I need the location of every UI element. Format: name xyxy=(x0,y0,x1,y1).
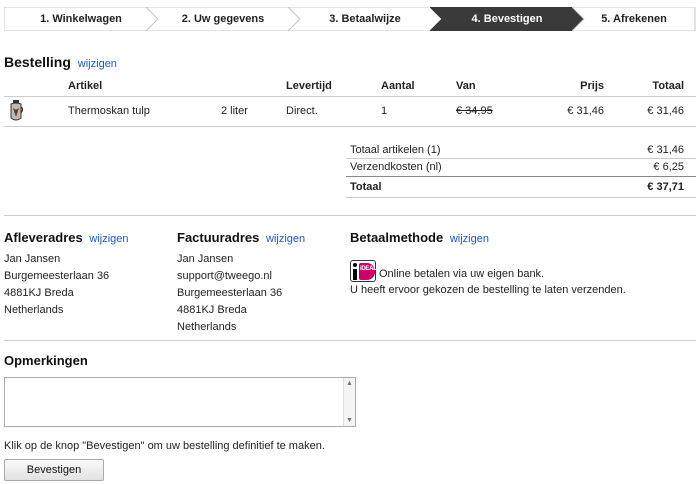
step-betaalwijze[interactable]: 3. Betaalwijze xyxy=(288,7,442,31)
scroll-down-icon[interactable]: ▼ xyxy=(346,417,353,424)
col-prijs: Prijs xyxy=(580,80,604,92)
ideal-logo-text: iDEAL xyxy=(360,266,377,272)
delivery-line: Burgemeesterlaan 36 xyxy=(4,270,110,282)
step-afrekenen[interactable]: 5. Afrekenen xyxy=(572,7,696,31)
item-name: Thermoskan tulp xyxy=(68,105,150,117)
payment-line-1: Online betalen via uw eigen bank. xyxy=(379,268,545,280)
step-winkelwagen[interactable]: 1. Winkelwagen xyxy=(4,7,158,31)
section-divider xyxy=(4,215,696,216)
section-divider xyxy=(4,340,696,341)
ideal-logo-icon: iDEAL xyxy=(350,260,377,282)
delivery-edit-link[interactable]: wijzigen xyxy=(89,233,128,245)
invoice-line: Burgemeesterlaan 36 xyxy=(177,287,283,299)
payment-edit-link[interactable]: wijzigen xyxy=(450,233,489,245)
summary-total-value: € 37,71 xyxy=(647,181,684,193)
summary-items-label: Totaal artikelen (1) xyxy=(350,144,441,156)
remarks-title: Opmerkingen xyxy=(4,353,88,368)
confirm-button[interactable]: Bevestigen xyxy=(4,459,104,481)
summary-divider xyxy=(346,158,696,159)
step-label: 1. Winkelwagen xyxy=(40,13,122,25)
step-label: 2. Uw gegevens xyxy=(181,13,265,25)
delivery-address: Jan Jansen Burgemeesterlaan 36 4881KJ Br… xyxy=(4,251,109,319)
payment-title-text: Betaalmethode xyxy=(350,230,444,245)
order-title-text: Bestelling xyxy=(4,54,71,70)
delivery-line: Jan Jansen xyxy=(4,253,61,265)
step-label: 4. Bevestigen xyxy=(471,13,543,25)
invoice-edit-link[interactable]: wijzigen xyxy=(266,233,305,245)
thermos-product-icon[interactable] xyxy=(8,99,24,126)
order-title: Bestelling wijzigen xyxy=(4,54,117,70)
payment-title: Betaalmethode wijzigen xyxy=(350,230,489,245)
summary-shipping-value: € 6,25 xyxy=(653,161,684,173)
item-price: € 31,46 xyxy=(567,105,604,117)
col-levertijd: Levertijd xyxy=(286,80,332,92)
summary-items-value: € 31,46 xyxy=(647,144,684,156)
table-header-divider xyxy=(4,96,696,97)
summary-total-divider xyxy=(346,176,696,177)
remarks-textarea[interactable] xyxy=(5,378,355,426)
invoice-title: Factuuradres wijzigen xyxy=(177,230,305,245)
remarks-scrollbar[interactable]: ▲ ▼ xyxy=(343,378,355,426)
delivery-line: Netherlands xyxy=(4,304,64,316)
invoice-line: 4881KJ Breda xyxy=(177,304,247,316)
delivery-title: Afleveradres wijzigen xyxy=(4,230,129,245)
col-totaal: Totaal xyxy=(652,80,684,92)
summary-bottom-divider xyxy=(346,197,696,198)
step-label: 5. Afrekenen xyxy=(601,13,667,25)
summary-total-label: Totaal xyxy=(350,181,382,193)
col-van: Van xyxy=(456,80,476,92)
item-total: € 31,46 xyxy=(647,105,684,117)
item-old-price: € 34,95 xyxy=(456,105,493,117)
remarks-box: ▲ ▼ xyxy=(4,377,356,427)
item-row-divider xyxy=(4,126,696,127)
step-label: 3. Betaalwijze xyxy=(329,13,401,25)
order-edit-link[interactable]: wijzigen xyxy=(78,58,117,70)
step-uw-gegevens[interactable]: 2. Uw gegevens xyxy=(146,7,300,31)
item-aantal: 1 xyxy=(381,105,388,117)
col-artikel: Artikel xyxy=(68,80,103,92)
invoice-line: Netherlands xyxy=(177,321,237,333)
checkout-steps: 1. Winkelwagen 2. Uw gegevens 3. Betaalw… xyxy=(4,7,696,31)
summary-shipping-label: Verzendkosten (nl) xyxy=(350,161,442,173)
payment-line-2: U heeft ervoor gekozen de bestelling te … xyxy=(350,284,626,296)
col-aantal: Aantal xyxy=(381,80,415,92)
invoice-line: Jan Jansen xyxy=(177,253,234,265)
step-bevestigen: 4. Bevestigen xyxy=(430,7,584,31)
item-levertijd: Direct. xyxy=(286,105,318,117)
invoice-title-text: Factuuradres xyxy=(177,230,260,245)
confirm-instruction: Klik op de knop "Bevestigen" om uw beste… xyxy=(4,440,325,452)
invoice-line: support@tweego.nl xyxy=(177,270,272,282)
delivery-title-text: Afleveradres xyxy=(4,230,83,245)
invoice-address: Jan Jansen support@tweego.nl Burgemeeste… xyxy=(177,251,282,336)
delivery-line: 4881KJ Breda xyxy=(4,287,74,299)
scroll-up-icon[interactable]: ▲ xyxy=(346,380,353,387)
item-variant: 2 liter xyxy=(221,105,248,117)
